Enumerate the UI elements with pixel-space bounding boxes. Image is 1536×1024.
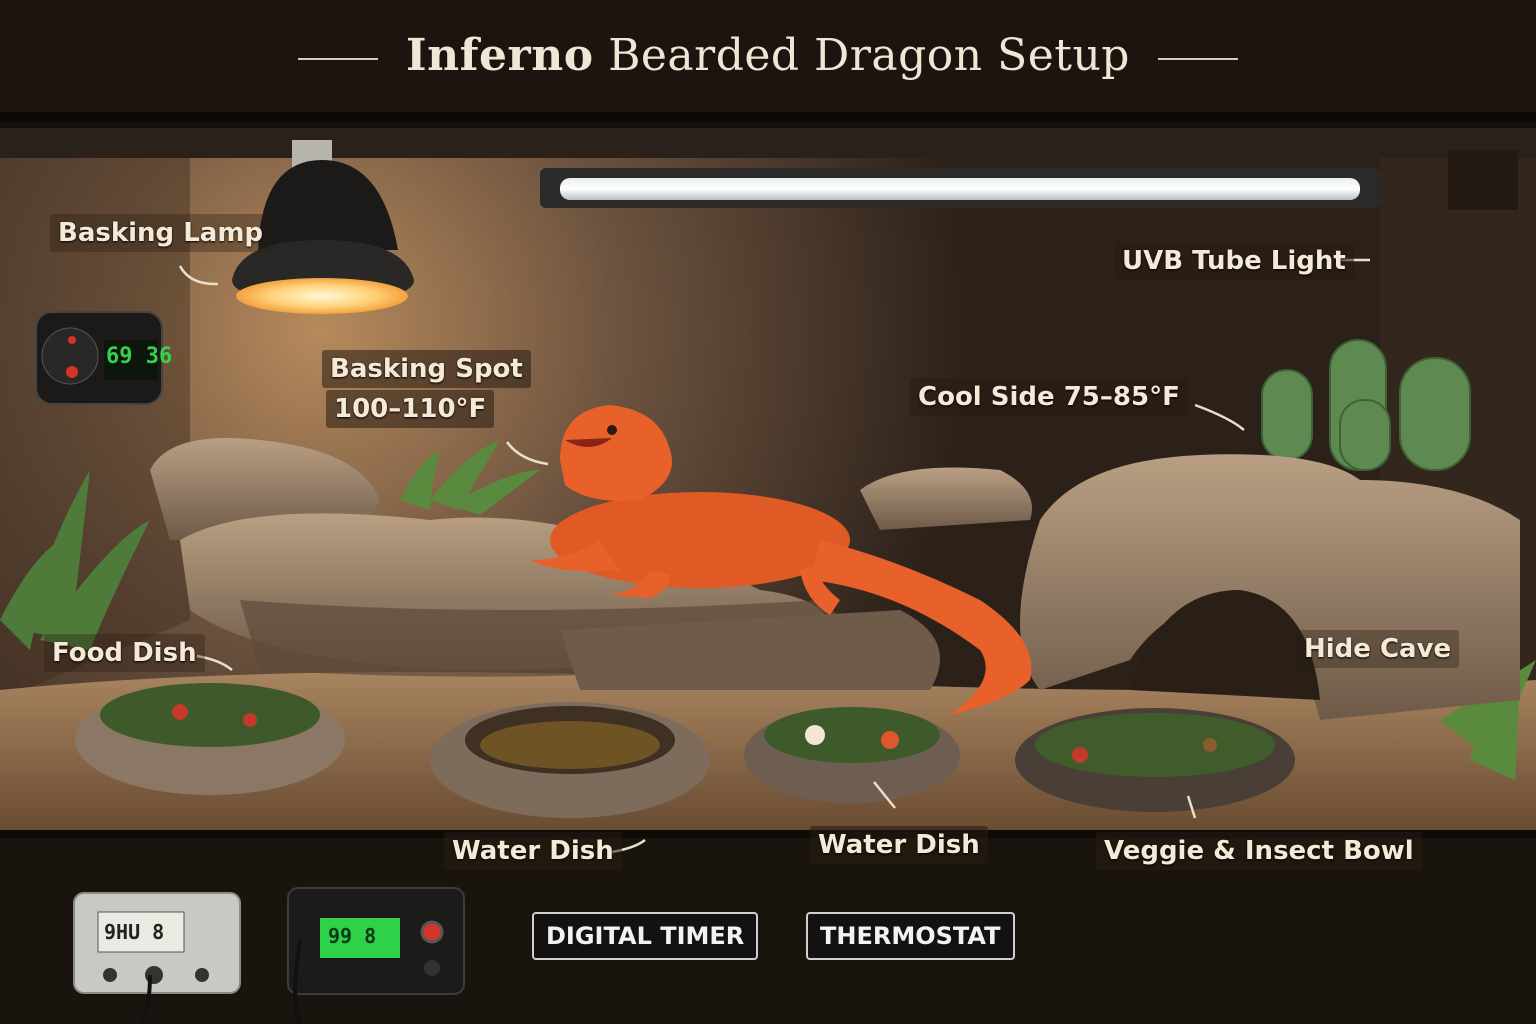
title-rule-left (298, 57, 379, 60)
callout-basking-spot-name: Basking Spot (322, 350, 531, 388)
callout-basking-lamp: Basking Lamp (50, 214, 272, 252)
callout-uvb-tube: UVB Tube Light (1114, 242, 1354, 280)
thermostat-label: THERMOSTAT (806, 912, 1015, 960)
callout-hide-cave: Hide Cave (1296, 630, 1460, 668)
title-rest: Bearded Dragon Setup (608, 30, 1130, 81)
title-bold: Inferno (406, 30, 594, 81)
timer-display: 9HU 8 (104, 920, 165, 944)
page-title: Inferno Bearded Dragon Setup (0, 30, 1536, 81)
water-dish-left (430, 702, 710, 818)
thermostat-display: 99 8 (328, 924, 377, 948)
terrarium-scene: Inferno Bearded Dragon Setup Basking Lam… (0, 0, 1536, 1024)
wall-thermostat-display: 69 36 (106, 344, 173, 369)
title-rule-right (1157, 57, 1238, 60)
water-dish-center (744, 707, 960, 803)
callout-cool-side: Cool Side 75–85°F (910, 378, 1188, 416)
veggie-insect-bowl (1015, 708, 1295, 812)
callout-basking-spot-temp: 100–110°F (326, 390, 495, 428)
food-dish (75, 683, 345, 795)
uvb-tube-light (560, 178, 1360, 200)
terrarium-illustration (0, 0, 1536, 1024)
callout-food-dish: Food Dish (44, 634, 205, 672)
digital-timer-label: DIGITAL TIMER (532, 912, 759, 960)
callout-water-dish-left: Water Dish (444, 832, 622, 870)
basking-lamp-bulb (236, 278, 408, 314)
callout-veggie-bowl: Veggie & Insect Bowl (1096, 832, 1422, 870)
callout-water-dish-center: Water Dish (810, 826, 988, 864)
